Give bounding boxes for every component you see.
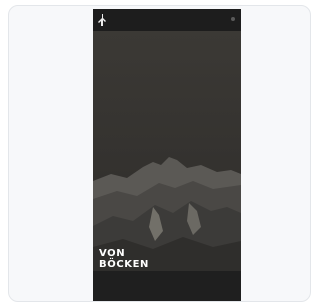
hero-title-line1: VON — [99, 248, 126, 259]
logo-icon[interactable] — [98, 14, 108, 26]
menu-dot-icon[interactable] — [231, 17, 235, 21]
hero-section: VON BÖCKEN — [93, 31, 241, 271]
hero-title-line2: BÖCKEN — [99, 259, 150, 270]
mobile-topbar — [93, 9, 241, 31]
preview-card: VON BÖCKEN — [8, 5, 311, 302]
mobile-content-area — [93, 271, 241, 301]
mountain-image — [93, 157, 241, 271]
hero-title: VON BÖCKEN — [99, 248, 149, 270]
mobile-preview: VON BÖCKEN — [93, 9, 241, 301]
